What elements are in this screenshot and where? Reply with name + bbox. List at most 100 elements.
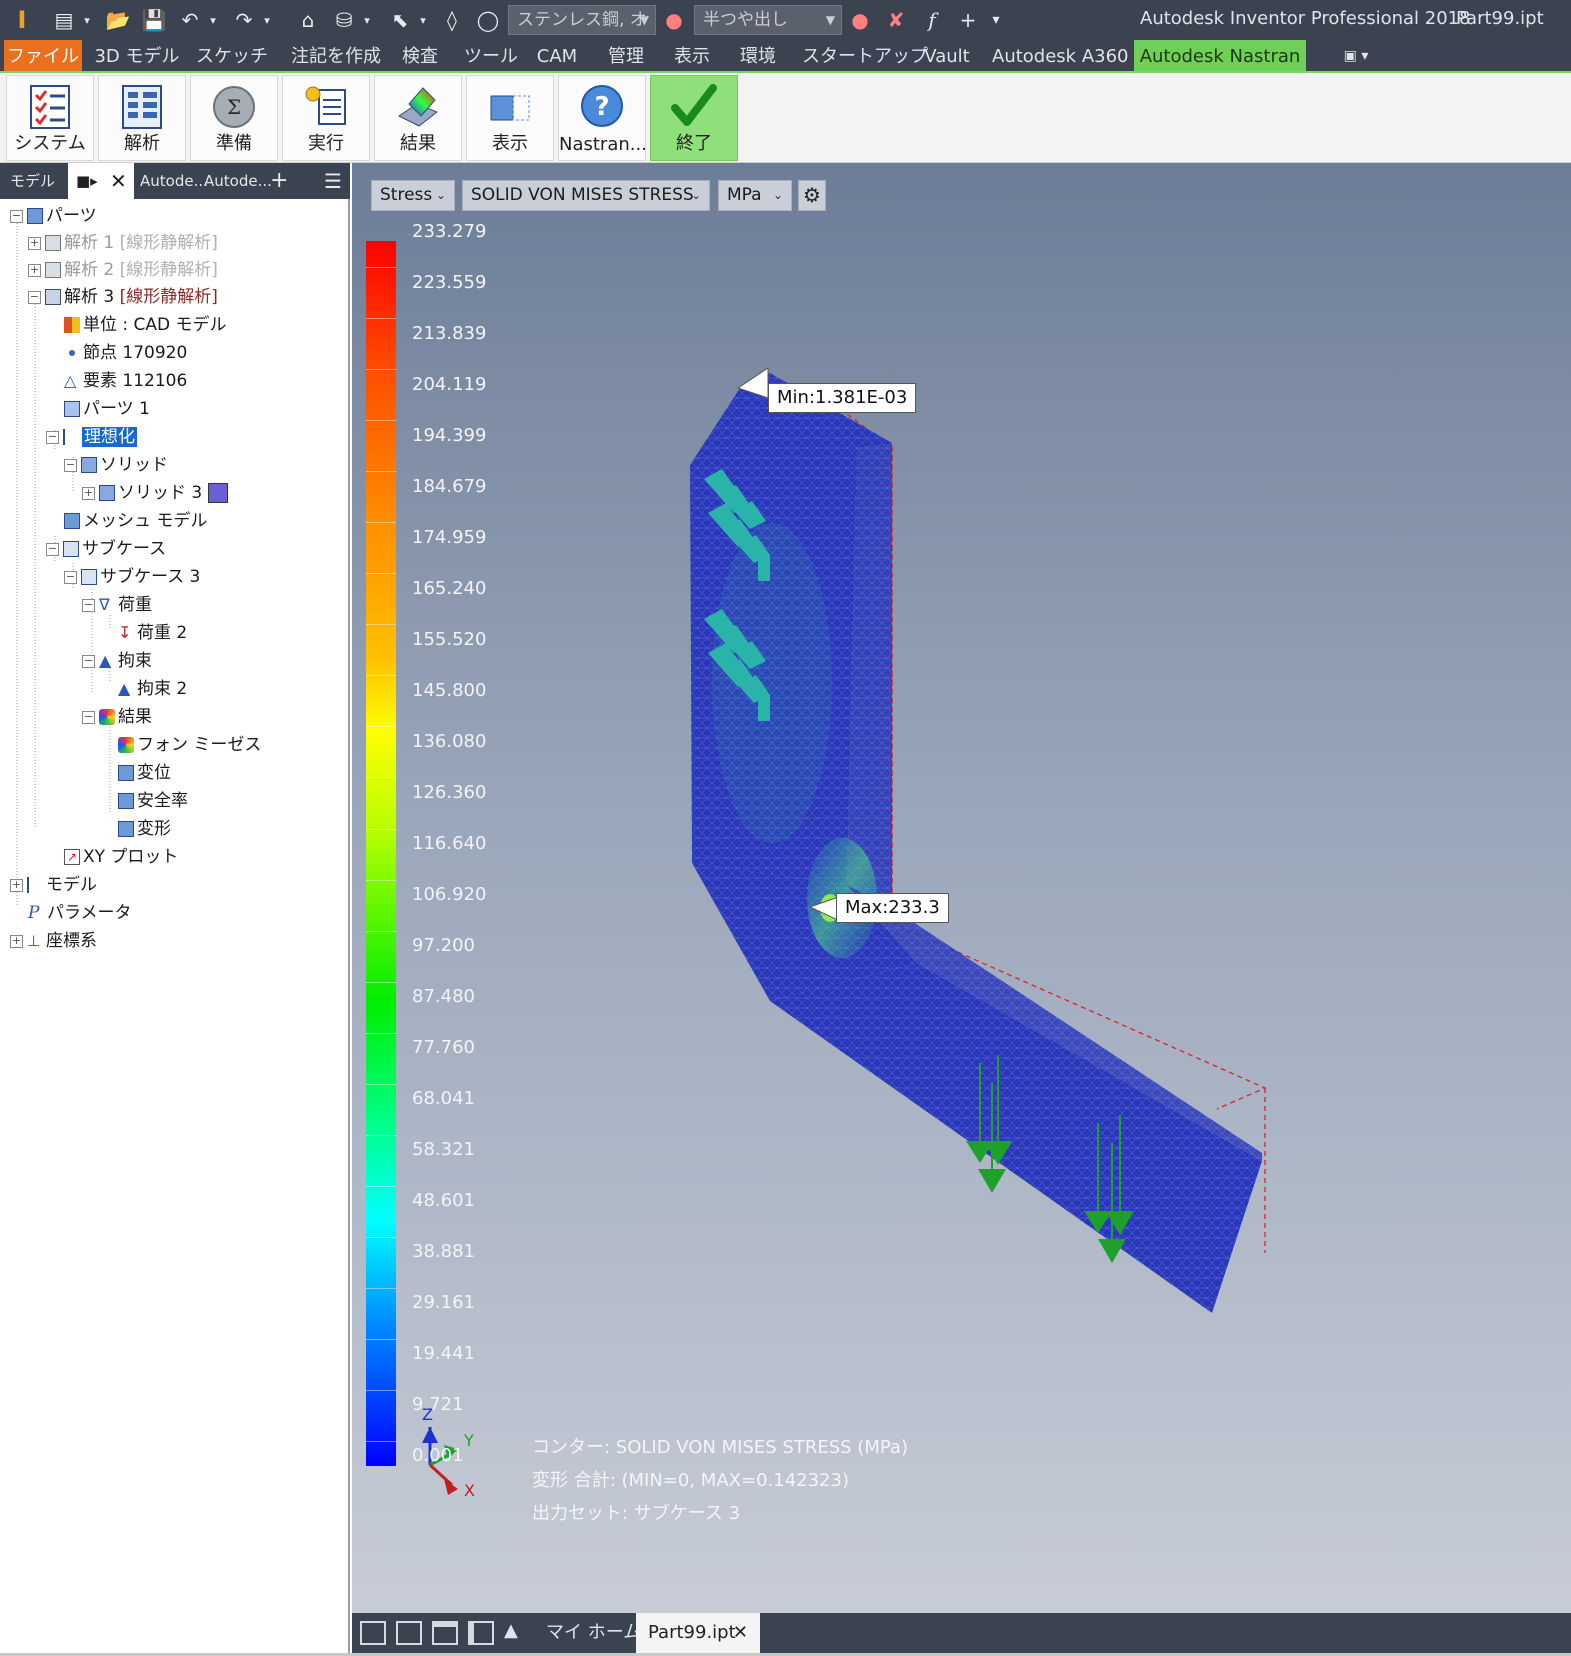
ribbon-display-options-icon[interactable]: ▣ ▾ [1334,40,1378,73]
collapse-icon[interactable]: − [64,570,77,584]
graphics-viewport[interactable]: Stress ⌄ SOLID VON MISES STRESS ⌄ MPa ⌄ … [352,163,1571,1613]
tile-windows-icon[interactable] [396,1621,422,1645]
collapse-icon[interactable]: − [10,209,23,223]
tab-view[interactable]: 表示 [670,40,714,73]
clear-appearance-icon[interactable]: ✘ [884,6,908,34]
tree-item-constraint-2[interactable]: ▲ 拘束 2 [118,676,187,702]
material-dropdown[interactable]: ステンレス鋼, オ ▼ [508,5,656,35]
tree-item-displacement[interactable]: 変位 [118,760,171,786]
nastran-help-button[interactable]: ? Nastran... [558,75,647,161]
expand-icon[interactable]: + [10,878,23,892]
adjust-appearance-icon[interactable]: ● [848,6,872,34]
customize-icon[interactable]: ▾ [986,6,1006,34]
tab-nastran-browser[interactable]: ■▸ ✕ [68,163,134,199]
cascade-windows-icon[interactable] [360,1621,386,1645]
tab-autodesk-2[interactable]: Autode... [204,163,272,199]
tab-annotate[interactable]: 注記を作成 [278,40,394,73]
tree-item-coord-system[interactable]: + ⊥ 座標系 [10,928,97,954]
tab-file[interactable]: ファイル [4,40,82,73]
add-tab-icon[interactable]: + [270,163,290,199]
result-component-dropdown[interactable]: SOLID VON MISES STRESS ⌄ [462,180,710,211]
fea-model[interactable] [352,163,1571,1613]
tile-vertical-icon[interactable] [468,1621,494,1645]
display-button[interactable]: 表示 [466,75,554,161]
tree-item-idealization[interactable]: − 理想化 [46,424,137,450]
tab-tools[interactable]: ツール [464,40,518,73]
tree-item-mesh-model[interactable]: メッシュ モデル [64,508,207,534]
tab-a360[interactable]: Autodesk A360 [992,40,1129,73]
function-icon[interactable]: f [920,6,944,34]
collapse-icon[interactable]: − [82,654,95,668]
tree-item-results[interactable]: − 結果 [82,704,152,730]
appearance-sphere-icon[interactable]: ◯ [476,6,500,34]
tab-vault[interactable]: Vault [924,40,970,73]
tab-model[interactable]: モデル [10,163,68,199]
tab-inspect[interactable]: 検査 [400,40,440,73]
tree-item-solid-3[interactable]: + ソリッド 3 [82,480,229,506]
undo-icon[interactable]: ↶ [178,6,202,34]
finish-button[interactable]: 終了 [650,75,738,161]
tree-item-constraints[interactable]: − ▲ 拘束 [82,648,152,674]
tab-part99[interactable]: Part99.ipt ✕ [636,1613,760,1653]
redo-icon[interactable]: ↷ [232,6,256,34]
tree-item-solid[interactable]: − ソリッド [64,452,168,478]
hamburger-menu-icon[interactable]: ☰ [324,163,344,199]
tree-item-part-1[interactable]: パーツ 1 [64,396,150,422]
color-wheel-icon[interactable]: ● [662,6,686,34]
tab-environments[interactable]: 環境 [736,40,780,73]
measure-icon[interactable]: ◊ [440,6,464,34]
system-button[interactable]: システム [6,75,94,161]
expand-icon[interactable]: + [28,263,41,277]
new-file-icon[interactable]: ▤ [52,6,76,34]
tree-item-subcase-3[interactable]: − サブケース 3 [64,564,200,590]
tab-cam[interactable]: CAM [534,40,580,73]
new-dropdown-icon[interactable]: ▾ [80,6,94,34]
select-dropdown-icon[interactable]: ▾ [416,6,430,34]
tree-item-safety-factor[interactable]: 安全率 [118,788,188,814]
tab-manage[interactable]: 管理 [604,40,648,73]
prepare-button[interactable]: Σ 準備 [190,75,278,161]
unit-dropdown[interactable]: MPa ⌄ [718,180,792,211]
result-type-dropdown[interactable]: Stress ⌄ [371,180,455,211]
result-options-button[interactable]: ⚙ [798,180,826,211]
document-list-icon[interactable]: ▲ [504,1620,518,1641]
expand-icon[interactable]: + [28,236,41,250]
home-icon[interactable]: ⌂ [296,6,320,34]
tree-item-load-2[interactable]: ↧ 荷重 2 [118,620,187,646]
tab-3d-model[interactable]: 3D モデル [92,40,182,73]
expand-icon[interactable]: + [10,934,23,948]
tab-get-started[interactable]: スタートアップ [802,40,928,73]
collapse-icon[interactable]: − [46,542,59,556]
run-button[interactable]: 実行 [282,75,370,161]
tree-item-loads[interactable]: − ∇ 荷重 [82,592,152,618]
open-icon[interactable]: 📂 [106,6,131,34]
select-icon[interactable]: ⬉ [388,6,412,34]
save-icon[interactable]: 💾 [142,6,167,34]
tree-item-subcases[interactable]: − サブケース [46,536,166,562]
redo-dropdown-icon[interactable]: ▾ [260,6,274,34]
collapse-icon[interactable]: − [46,430,59,444]
tree-item-parts[interactable]: − パーツ [10,203,97,229]
collapse-icon[interactable]: − [28,290,41,304]
expand-icon[interactable]: + [82,486,95,500]
undo-dropdown-icon[interactable]: ▾ [206,6,220,34]
tree-item-nodes[interactable]: 節点 170920 [64,340,187,366]
tree-item-model[interactable]: + モデル [10,872,97,898]
tree-item-deformation[interactable]: 変形 [118,816,171,842]
close-document-icon[interactable]: ✕ [733,1613,748,1653]
update-dropdown-icon[interactable]: ▾ [360,6,374,34]
tree-item-analysis-3[interactable]: − 解析 3 [線形静解析] [28,284,218,310]
tab-sketch[interactable]: スケッチ [196,40,268,73]
results-button[interactable]: 結果 [374,75,462,161]
tab-nastran[interactable]: Autodesk Nastran [1134,40,1306,73]
update-icon[interactable]: ⛁ [332,6,356,34]
plus-icon[interactable]: + [956,6,980,34]
tree-item-von-mises[interactable]: フォン ミーゼス [118,732,261,758]
inventor-logo-icon[interactable]: I [10,6,34,34]
collapse-icon[interactable]: − [64,458,77,472]
tree-item-elements[interactable]: △ 要素 112106 [64,368,187,394]
tree-item-analysis-1[interactable]: + 解析 1 [線形静解析] [28,230,218,256]
collapse-icon[interactable]: − [82,710,95,724]
tile-horizontal-icon[interactable] [432,1621,458,1645]
analysis-button[interactable]: 解析 [98,75,186,161]
